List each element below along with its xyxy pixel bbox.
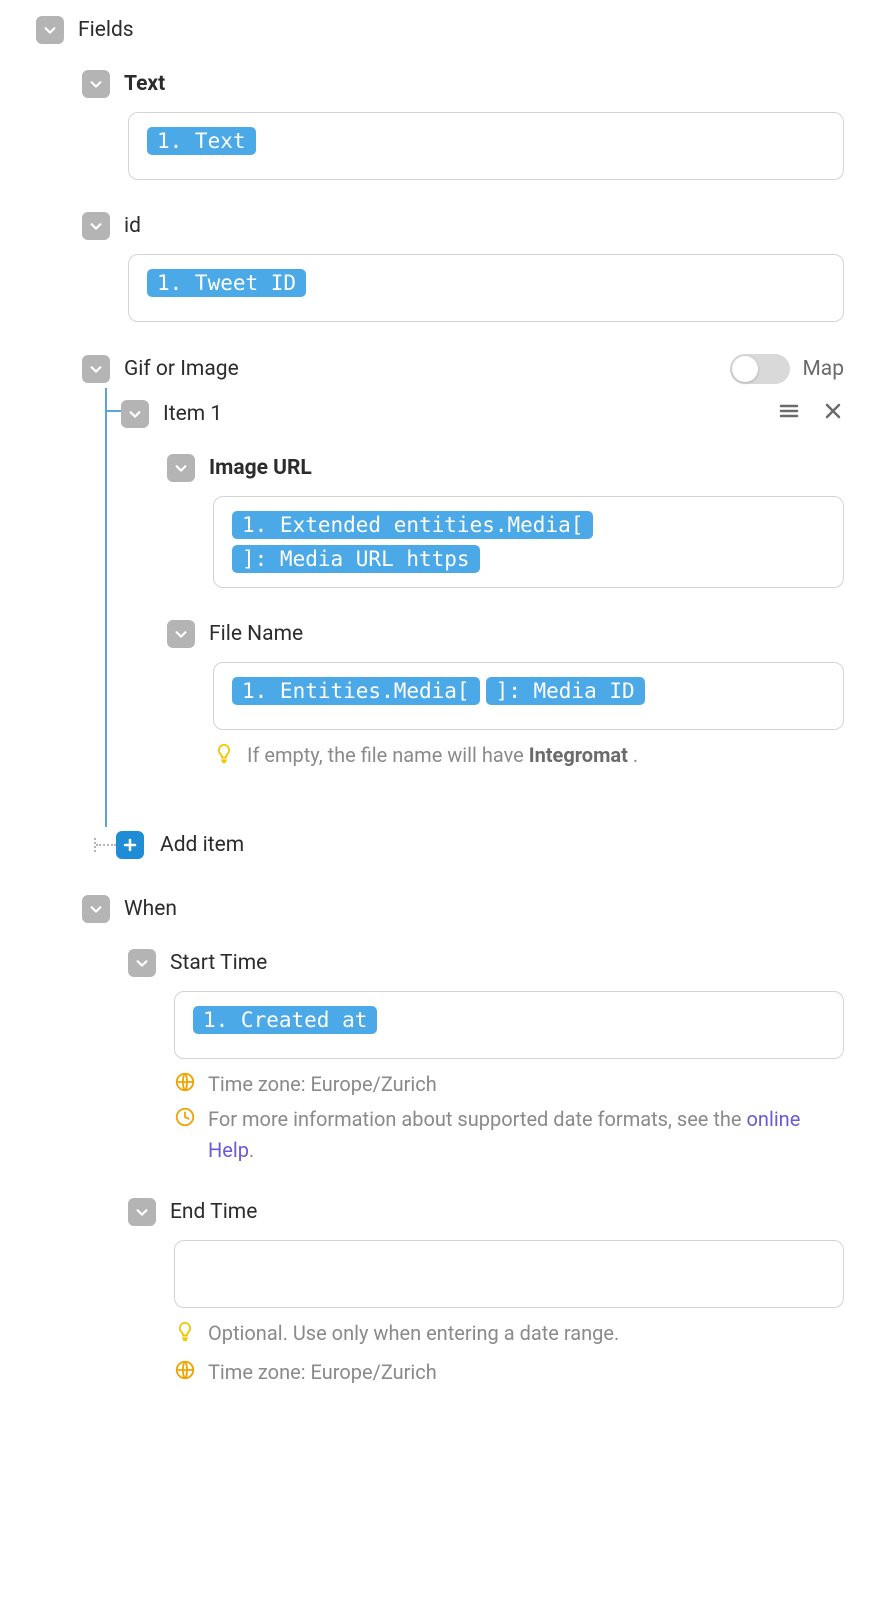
chevron-down-icon[interactable] (167, 454, 195, 482)
reorder-icon[interactable] (778, 400, 800, 428)
chevron-down-icon[interactable] (167, 620, 195, 648)
start-time-info-hint: For more information about supported dat… (174, 1104, 844, 1166)
gif-or-image-header[interactable]: Gif or Image Map (82, 350, 884, 388)
file-name-header[interactable]: File Name (167, 616, 884, 652)
image-url-label: Image URL (209, 456, 312, 480)
file-name-pill-1[interactable]: 1. Entities.Media[ (232, 677, 480, 705)
fields-header[interactable]: Fields (36, 12, 884, 48)
add-icon[interactable] (116, 831, 144, 859)
id-label: id (124, 214, 141, 238)
chevron-down-icon[interactable] (128, 949, 156, 977)
file-name-hint-strong: Integromat (529, 743, 628, 767)
close-icon[interactable] (822, 400, 844, 428)
id-field-header[interactable]: id (82, 208, 884, 244)
item-1-label: Item 1 (163, 402, 222, 426)
chevron-down-icon[interactable] (128, 1198, 156, 1226)
gif-or-image-label: Gif or Image (124, 357, 239, 381)
fields-label: Fields (78, 18, 134, 42)
file-name-input[interactable]: 1. Entities.Media[ ]: Media ID (213, 662, 844, 730)
end-time-optional-hint: Optional. Use only when entering a date … (174, 1318, 844, 1349)
when-label: When (124, 897, 177, 921)
clock-icon (174, 1106, 196, 1128)
start-time-info-prefix: For more information about supported dat… (208, 1107, 747, 1131)
image-url-pill-2[interactable]: ]: Media URL https (232, 545, 480, 573)
end-time-optional-text: Optional. Use only when entering a date … (208, 1318, 619, 1349)
end-time-header[interactable]: End Time (128, 1194, 884, 1230)
file-name-label: File Name (209, 622, 303, 646)
start-time-info-suffix: . (249, 1138, 254, 1162)
end-time-tz-text: Time zone: Europe/Zurich (208, 1357, 437, 1388)
chevron-down-icon[interactable] (82, 70, 110, 98)
image-url-input[interactable]: 1. Extended entities.Media[ ]: Media URL… (213, 496, 844, 588)
id-input[interactable]: 1. Tweet ID (128, 254, 844, 322)
lightbulb-icon (174, 1320, 196, 1342)
start-time-pill[interactable]: 1. Created at (193, 1006, 377, 1034)
start-time-tz-text: Time zone: Europe/Zurich (208, 1069, 437, 1100)
text-field-header[interactable]: Text (82, 66, 884, 102)
map-toggle[interactable] (730, 354, 790, 384)
chevron-down-icon[interactable] (82, 355, 110, 383)
chevron-down-icon[interactable] (82, 212, 110, 240)
globe-icon (174, 1071, 196, 1093)
file-name-hint-suffix: . (628, 743, 638, 767)
start-time-header[interactable]: Start Time (128, 945, 884, 981)
start-time-input[interactable]: 1. Created at (174, 991, 844, 1059)
id-pill[interactable]: 1. Tweet ID (147, 269, 306, 297)
text-input[interactable]: 1. Text (128, 112, 844, 180)
map-label: Map (802, 357, 844, 381)
add-item-row[interactable]: Add item (116, 827, 244, 863)
image-url-pill-1[interactable]: 1. Extended entities.Media[ (232, 511, 593, 539)
end-time-input[interactable] (174, 1240, 844, 1308)
file-name-pill-2[interactable]: ]: Media ID (486, 677, 645, 705)
when-header[interactable]: When (82, 891, 884, 927)
image-url-header[interactable]: Image URL (167, 450, 884, 486)
text-label: Text (124, 72, 165, 96)
end-time-tz-hint: Time zone: Europe/Zurich (174, 1357, 844, 1388)
lightbulb-icon (213, 742, 235, 764)
add-item-label: Add item (160, 833, 244, 857)
text-pill[interactable]: 1. Text (147, 127, 256, 155)
file-name-hint-prefix: If empty, the file name will have (247, 743, 529, 767)
chevron-down-icon[interactable] (82, 895, 110, 923)
globe-icon (174, 1359, 196, 1381)
start-time-tz-hint: Time zone: Europe/Zurich (174, 1069, 844, 1100)
file-name-hint: If empty, the file name will have Integr… (213, 740, 844, 771)
chevron-down-icon[interactable] (121, 400, 149, 428)
start-time-label: Start Time (170, 951, 267, 975)
end-time-label: End Time (170, 1200, 257, 1224)
chevron-down-icon[interactable] (36, 16, 64, 44)
